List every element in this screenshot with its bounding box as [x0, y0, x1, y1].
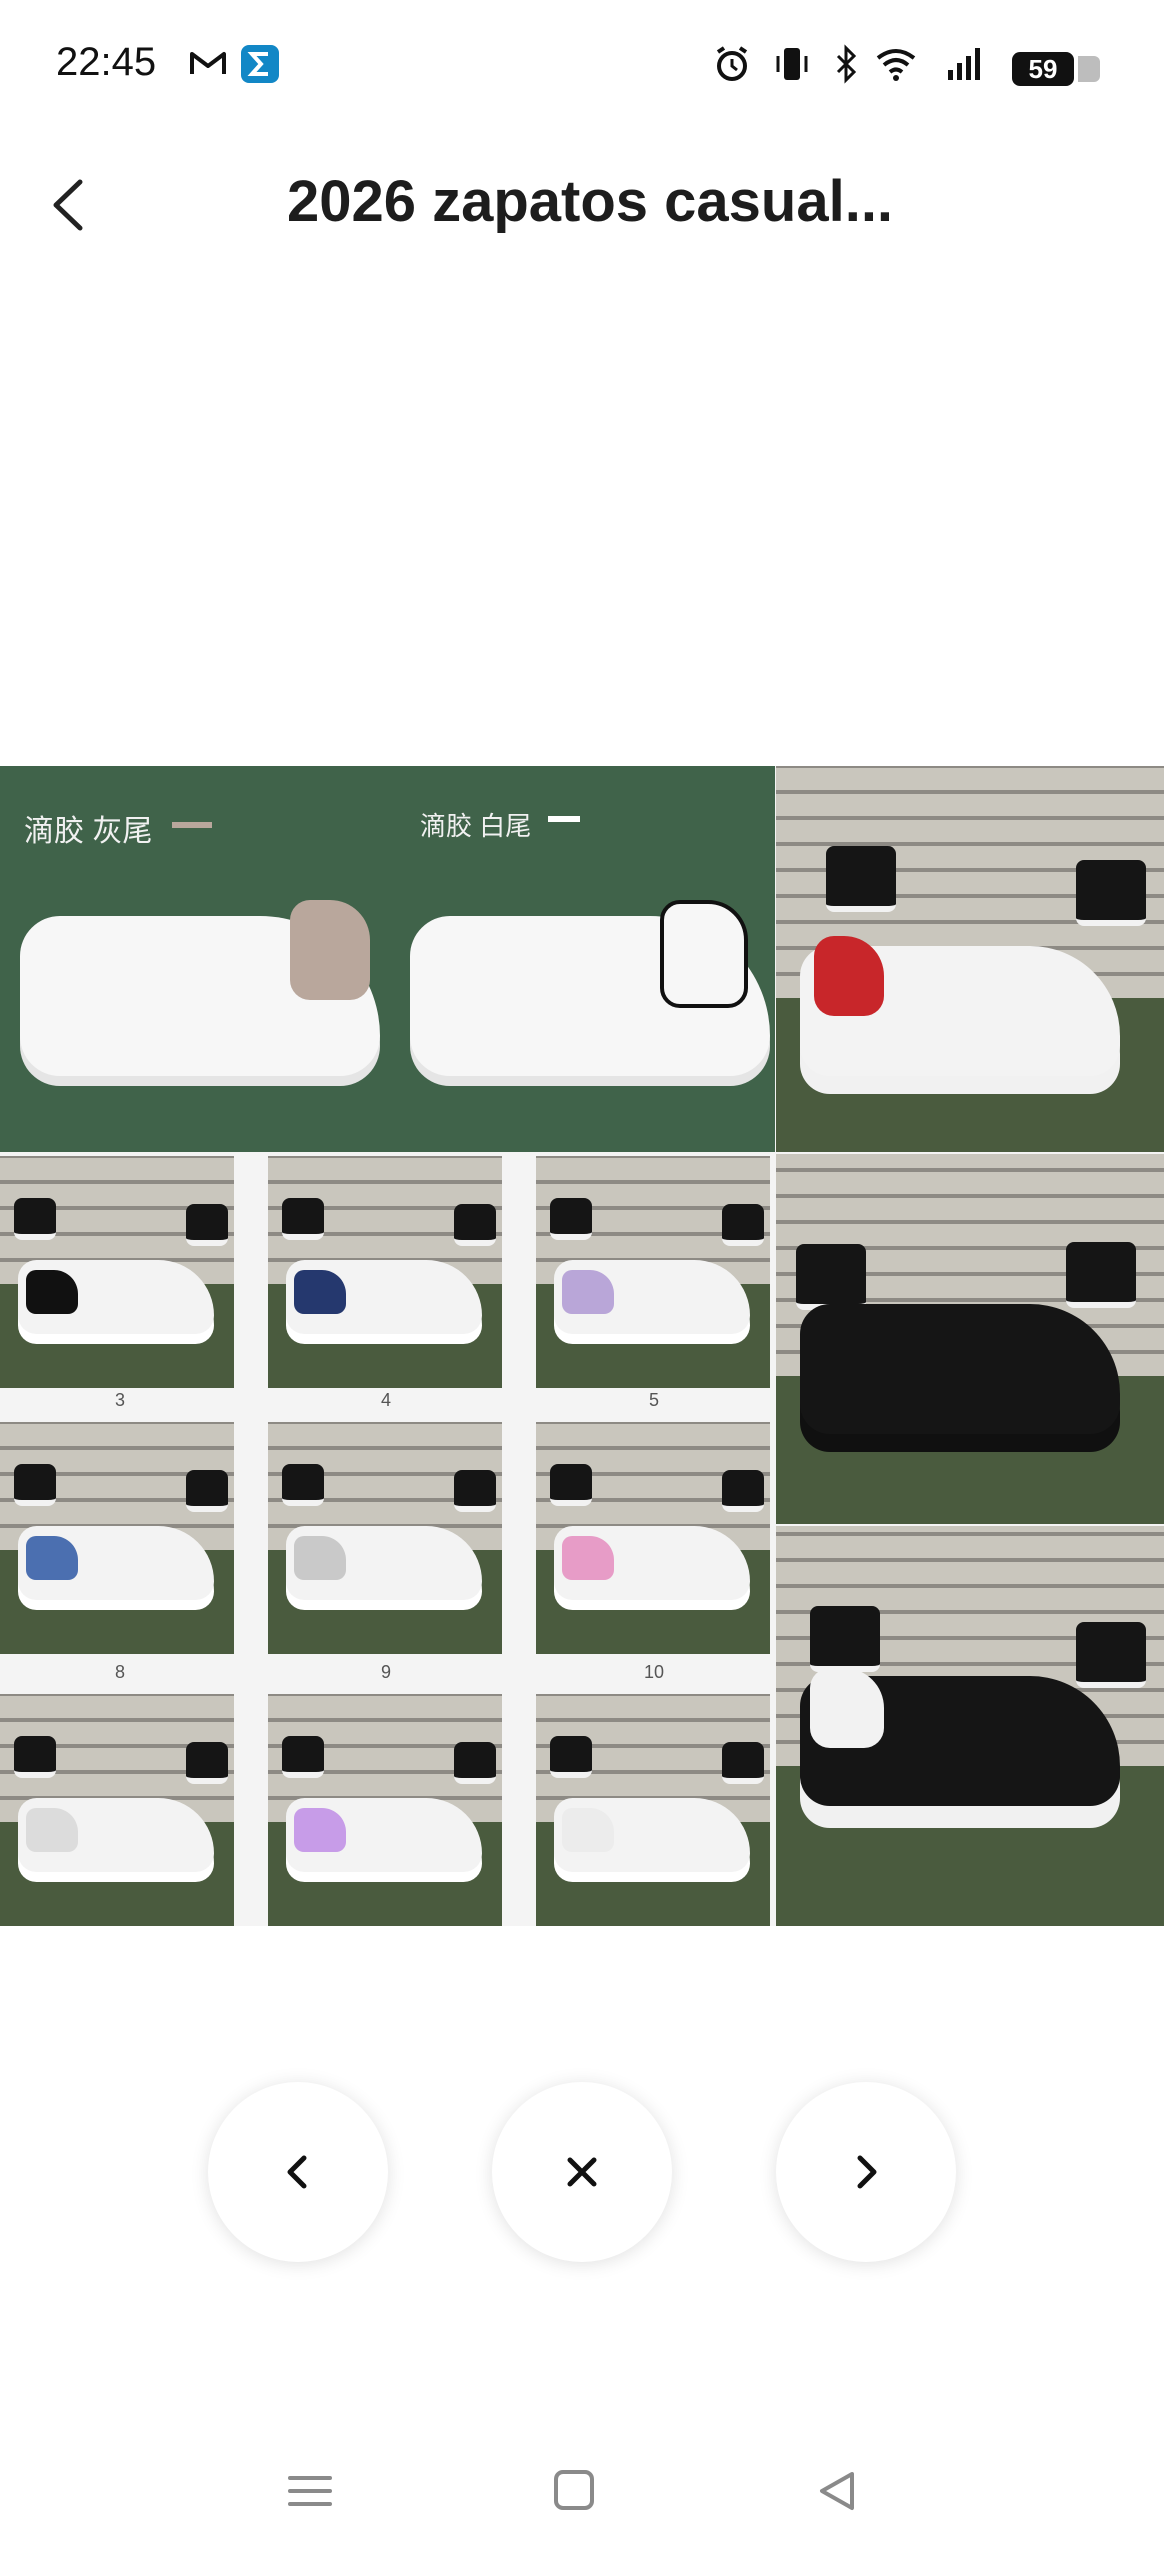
thumb-black-heel	[0, 1156, 234, 1388]
close-viewer-button[interactable]	[492, 2082, 672, 2262]
chevron-left-icon	[53, 179, 83, 231]
sneaker-gray-tail	[20, 900, 380, 1076]
battery-icon: 59	[1012, 52, 1100, 86]
vibrate-icon	[776, 48, 808, 80]
thumb-number: 3	[114, 1390, 125, 1410]
product-image-panel-red	[776, 766, 1164, 1152]
thumb-pink-heel	[536, 1422, 770, 1654]
red-heel-tab	[814, 936, 884, 1016]
thumb-blue-heel	[0, 1422, 234, 1654]
white-heel-tab	[660, 900, 748, 1008]
header: 2026 zapatos casual...	[0, 140, 1164, 270]
black-heel-tab	[26, 1270, 78, 1314]
chevron-right-icon	[857, 2155, 877, 2189]
menu-icon[interactable]	[282, 2466, 338, 2516]
iridescent-heel-tab	[562, 1270, 614, 1314]
signal-icon	[948, 48, 980, 80]
thumb-number: 8	[114, 1662, 125, 1682]
white-heel-tab	[810, 1668, 884, 1748]
thumb-holo-heel	[268, 1694, 502, 1926]
holo-heel-tab	[294, 1808, 346, 1852]
page-title: 2026 zapatos casual...	[286, 169, 894, 234]
thumb-iridescent-heel	[536, 1156, 770, 1388]
status-time: 22:45	[56, 40, 157, 84]
silver-heel-tab	[294, 1536, 346, 1580]
thumb-silver-white-heel	[0, 1694, 234, 1926]
thumb-number: 10	[643, 1662, 665, 1682]
sneaker-all-black	[800, 1304, 1120, 1434]
back-button[interactable]	[36, 170, 106, 240]
pink-heel-tab	[562, 1536, 614, 1580]
product-image[interactable]: 滴胶 灰尾 滴胶 白尾 3 4 5 8 9 10	[0, 766, 1164, 1926]
status-bar: 22:45 59	[0, 0, 1164, 140]
thumb-number: 4	[380, 1390, 391, 1410]
wifi-icon	[876, 49, 916, 81]
gallery-controls	[0, 2082, 1164, 2268]
home-icon[interactable]	[546, 2466, 602, 2516]
system-navigation-bar	[0, 2440, 1164, 2540]
next-image-button[interactable]	[776, 2082, 956, 2262]
product-image-panel-green: 滴胶 灰尾 滴胶 白尾	[0, 766, 775, 1152]
sigma-app-icon	[241, 45, 279, 83]
product-image-panel-black-white	[776, 1526, 1164, 1926]
thumb-number: 9	[380, 1662, 391, 1682]
sneaker-red-heel	[800, 936, 1120, 1076]
chevron-left-icon	[287, 2155, 307, 2189]
white-tail-swatch	[548, 816, 580, 822]
close-icon	[567, 2157, 597, 2187]
gmail-icon	[190, 52, 226, 74]
white-tail-label: 滴胶 白尾	[420, 811, 532, 841]
product-image-panel-black	[776, 1154, 1164, 1524]
thumb-navy-heel	[268, 1156, 502, 1388]
back-triangle-icon[interactable]	[810, 2466, 866, 2516]
blue-heel-tab	[26, 1536, 78, 1580]
thumb-silver-heel	[268, 1422, 502, 1654]
gray-heel-tab	[290, 900, 370, 1000]
alarm-icon	[716, 46, 748, 81]
navy-heel-tab	[294, 1270, 346, 1314]
thumb-number: 5	[648, 1390, 659, 1410]
thumb-white-heel	[536, 1694, 770, 1926]
previous-image-button[interactable]	[208, 2082, 388, 2262]
sneaker-black-white-sole	[800, 1668, 1120, 1806]
sneaker-white-tail	[410, 900, 770, 1076]
gray-tail-label: 滴胶 灰尾	[24, 815, 153, 848]
gray-tail-swatch	[172, 822, 212, 828]
bluetooth-icon	[836, 44, 857, 84]
